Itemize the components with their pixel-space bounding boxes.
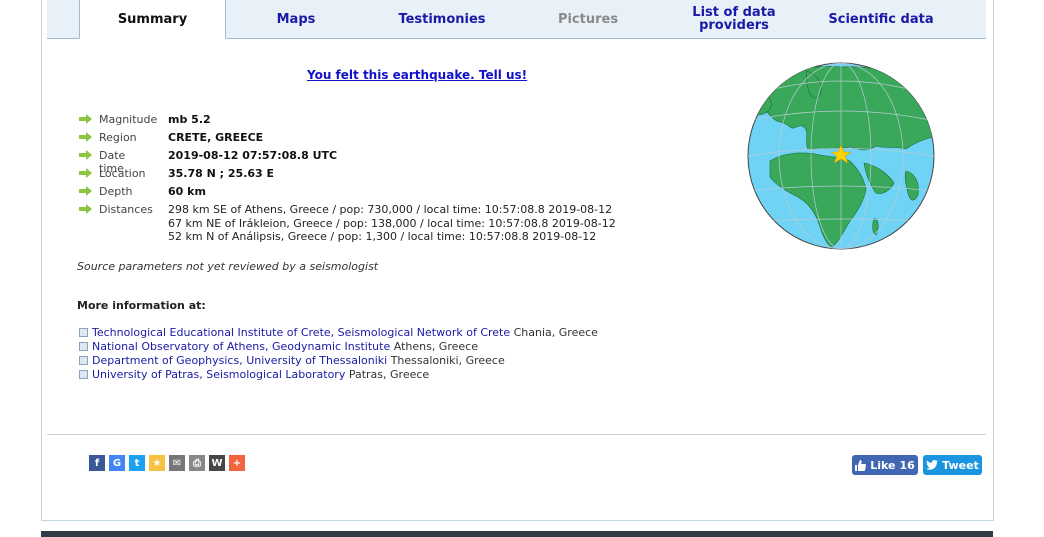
twitter-share-icon[interactable]: t [129,455,145,471]
tab-pictures: Pictures [529,0,647,38]
favorite-star-icon[interactable]: ★ [149,455,165,471]
bottom-bar [41,531,993,537]
param-label: Magnitude [99,113,158,126]
provider-link[interactable]: Department of Geophysics, University of … [92,354,387,367]
print-icon[interactable]: ⎙ [189,455,205,471]
facebook-like-button[interactable]: Like 16 [852,455,918,475]
param-value: 2019-08-12 07:57:08.8 UTC [168,149,338,162]
tweet-button[interactable]: Tweet [923,455,982,475]
provider-link[interactable]: National Observatory of Athens, Geodynam… [92,340,390,353]
share-toolbar: f Gt ★ ✉ ⎙ W + [89,455,245,471]
param-value: 35.78 N ; 25.63 E [168,167,275,180]
bullet-icon [79,356,88,365]
provider-link[interactable]: University of Patras, Seismological Labo… [92,368,345,381]
provider-place: Patras, Greece [345,368,430,381]
arrow-right-icon [79,132,92,142]
param-value: 60 km [168,185,206,198]
facebook-share-icon[interactable]: f [89,455,105,471]
tab-testimonies[interactable]: Testimonies [382,0,502,38]
bullet-icon [79,342,88,351]
email-share-icon[interactable]: ✉ [169,455,185,471]
more-info-heading: More information at: [77,299,206,312]
more-share-icon[interactable]: + [229,455,245,471]
twitter-bird-icon [926,460,939,470]
bullet-icon [79,328,88,337]
arrow-right-icon [79,168,92,178]
tab-scientific-data[interactable]: Scientific data [817,0,945,38]
source-note: Source parameters not yet reviewed by a … [77,260,379,273]
like-count: 16 [899,458,915,472]
tab-label: Testimonies [398,11,486,27]
wordpress-share-icon[interactable]: W [209,455,225,471]
distance-line: 298 km SE of Athens, Greece / pop: 730,0… [168,203,613,216]
tab-bar: Summary Maps Testimonies Pictures List o… [47,0,986,39]
distance-line: 52 km N of Análipsis, Greece / pop: 1,30… [168,230,597,243]
tab-label: Pictures [557,11,619,27]
provider-place: Chania, Greece [510,326,598,339]
epicenter-globe-map [747,62,935,250]
provider-place: Thessaloniki, Greece [387,354,505,367]
param-label: Location [99,167,146,180]
tweet-label: Tweet [942,458,979,472]
bullet-icon [79,370,88,379]
like-label: Like [870,458,896,472]
provider-place: Athens, Greece [390,340,478,353]
divider [47,434,986,435]
arrow-right-icon [79,114,92,124]
tab-label: Maps [276,11,316,27]
distances-list: 298 km SE of Athens, Greece / pop: 730,0… [168,203,616,244]
arrow-right-icon [79,150,92,160]
felt-earthquake-link[interactable]: You felt this earthquake. Tell us! [307,68,527,82]
param-label: Depth [99,185,133,198]
provider-link[interactable]: Technological Educational Institute of C… [92,326,510,339]
param-value: CRETE, GREECE [168,131,264,144]
tab-summary[interactable]: Summary [79,0,226,39]
param-label: Region [99,131,137,144]
param-value: mb 5.2 [168,113,211,126]
arrow-right-icon [79,204,92,214]
distance-line: 67 km NE of Irákleion, Greece / pop: 138… [168,216,616,230]
thumbs-up-icon [855,459,867,471]
tab-label: Scientific data [828,11,934,27]
param-label: Distances [99,203,153,216]
tab-label: List of data providers [692,5,776,33]
tab-label: Summary [117,11,188,27]
arrow-right-icon [79,186,92,196]
google-share-icon[interactable]: G [109,455,125,471]
tab-data-providers[interactable]: List of data providers [667,0,801,38]
tab-maps[interactable]: Maps [242,0,350,38]
